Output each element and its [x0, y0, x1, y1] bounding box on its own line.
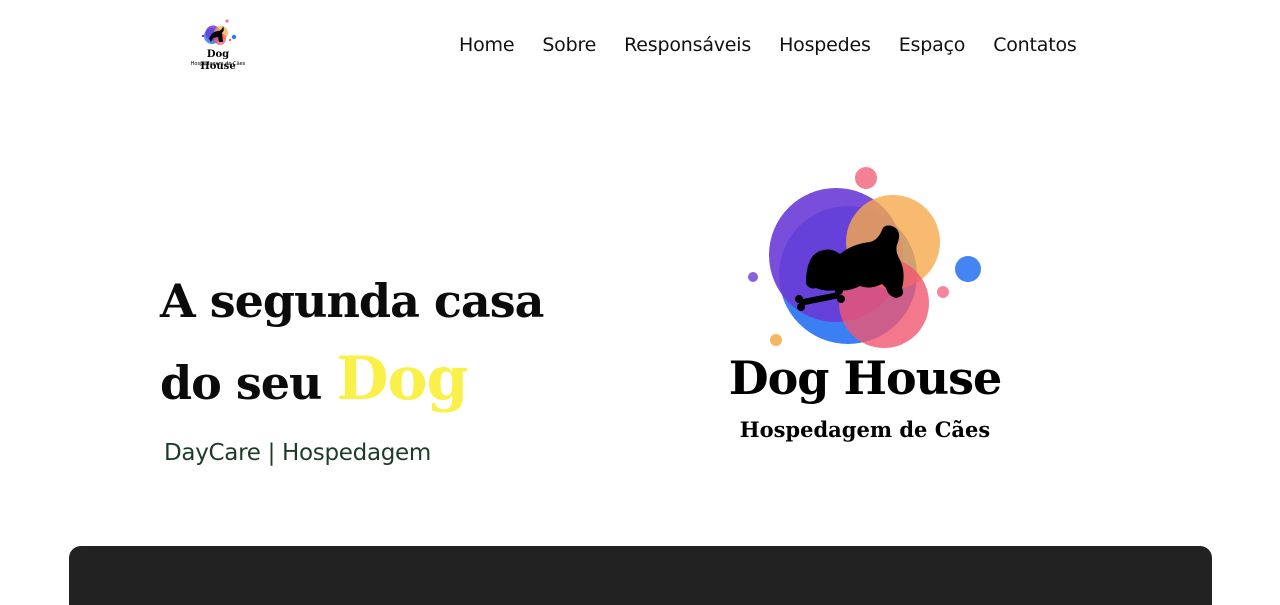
hero-logo-subtitle: Hospedagem de Cães: [739, 417, 991, 442]
hero-subline: DayCare | Hospedagem: [164, 440, 431, 466]
logo-bubbles-icon: [201, 19, 237, 45]
nav-responsaveis[interactable]: Responsáveis: [624, 34, 751, 56]
dog-house-logo-icon: [748, 167, 981, 348]
main-nav: Home Sobre Responsáveis Hospedes Espaço …: [459, 30, 1077, 60]
nav-hospedes[interactable]: Hospedes: [779, 34, 871, 56]
hero-text: A segunda casa do seu Dog DayCare | Hosp…: [160, 262, 580, 466]
nav-sobre[interactable]: Sobre: [542, 34, 596, 56]
site-header: Dog House Hospedagem de Cães Home Sobre …: [0, 0, 1280, 90]
hero-headline: A segunda casa do seu Dog: [160, 262, 580, 422]
headline-line-2: do seu: [160, 356, 337, 410]
header-logo-subtitle: Hospedagem de Cães: [190, 61, 246, 67]
dark-section-panel: [69, 546, 1212, 605]
headline-accent: Dog: [336, 344, 468, 414]
hero-logo: Dog House Hospedagem de Cães: [720, 160, 1010, 460]
headline-line-1: A segunda casa: [160, 274, 544, 328]
hero-logo-title: Dog House: [728, 351, 1003, 405]
header-logo[interactable]: Dog House Hospedagem de Cães: [190, 16, 246, 72]
nav-contatos[interactable]: Contatos: [993, 34, 1077, 56]
nav-home[interactable]: Home: [459, 34, 515, 56]
nav-espaco[interactable]: Espaço: [899, 34, 966, 56]
